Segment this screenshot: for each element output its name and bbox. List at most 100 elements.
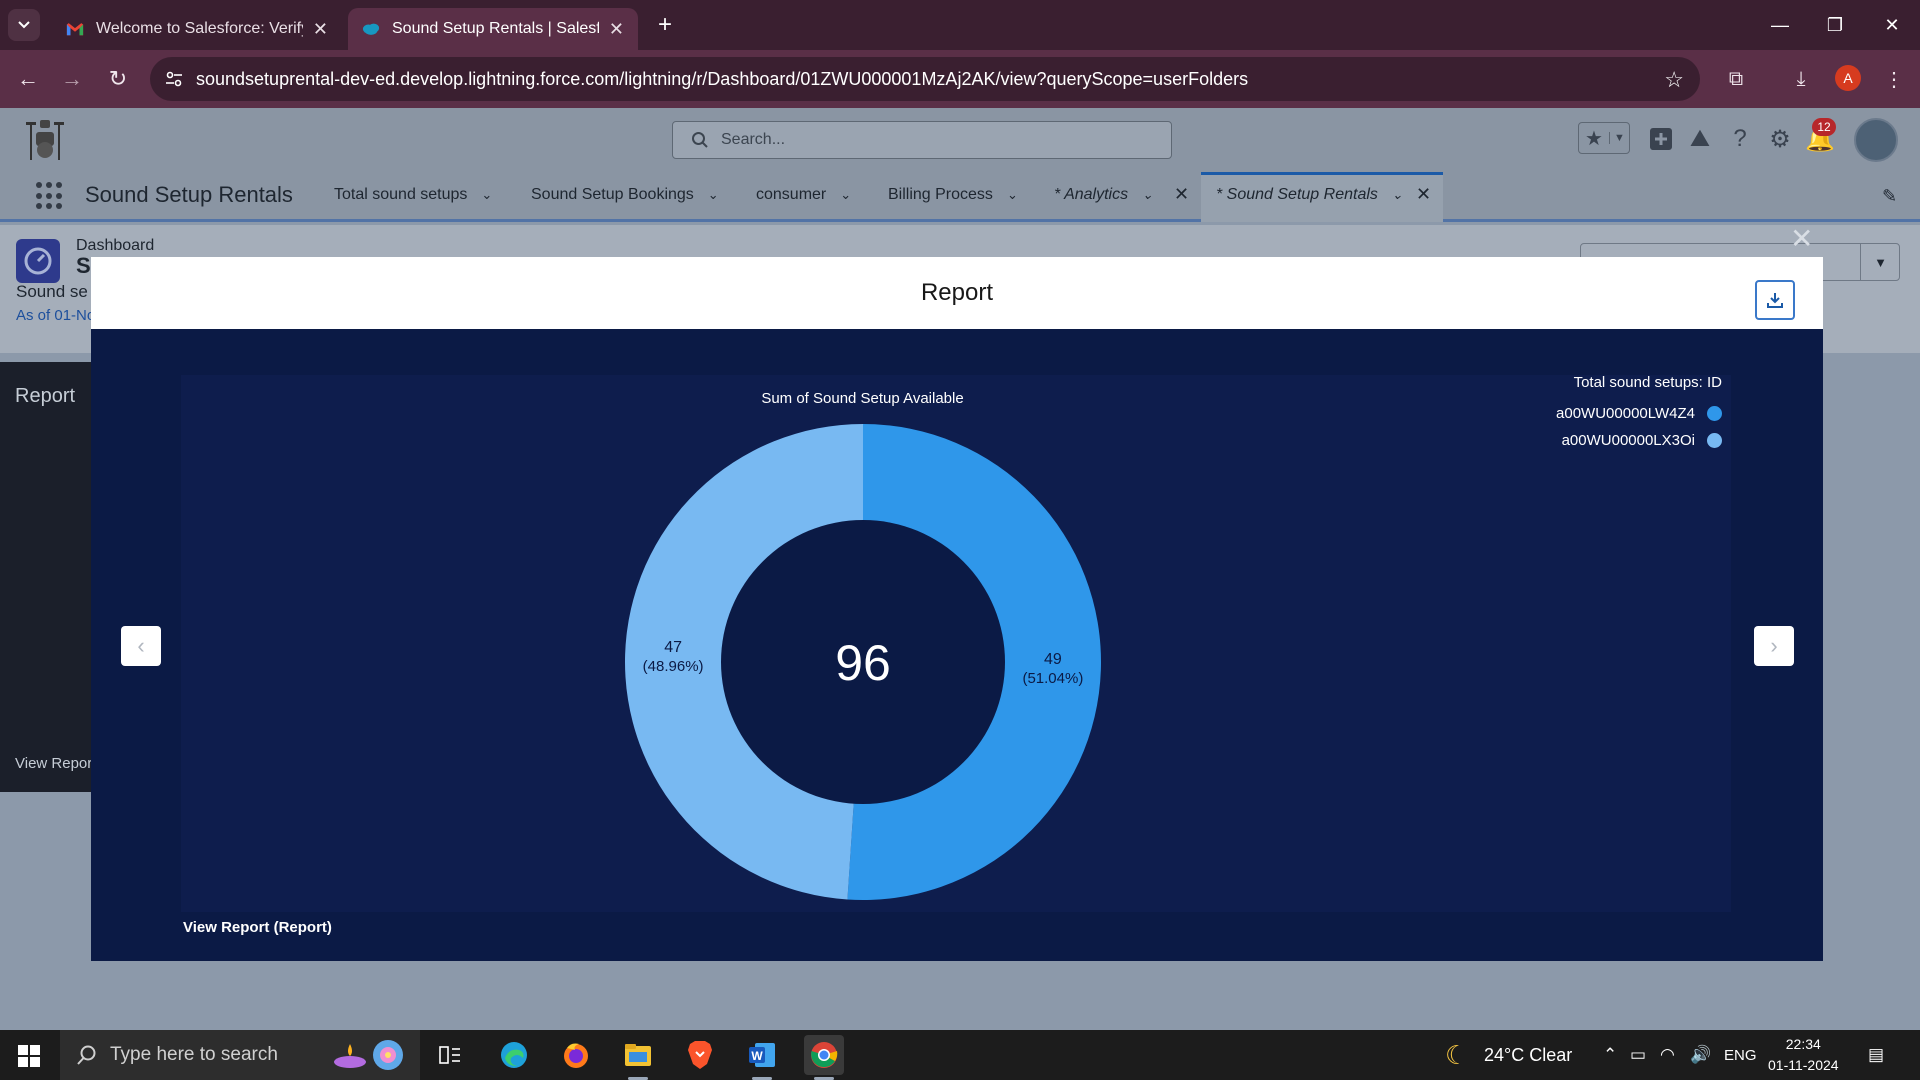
setup-gear-icon[interactable]: ⚙ bbox=[1765, 124, 1795, 154]
component-view-report-link[interactable]: View Repor bbox=[15, 755, 92, 772]
browser-tab-strip: Welcome to Salesforce: Verify y ✕ Sound … bbox=[0, 0, 1920, 50]
slice-percent-label-2: (48.96%) bbox=[643, 658, 704, 675]
donut-chart: 96 49 (51.04%) 47 (48.96%) bbox=[625, 424, 1101, 900]
system-clock[interactable]: 22:34 01-11-2024 bbox=[1768, 1034, 1839, 1076]
favorites-star-icon[interactable]: ★ bbox=[1579, 126, 1609, 151]
dashboard-component-card bbox=[0, 362, 100, 792]
close-sound-setup-rentals-tab-icon[interactable]: ✕ bbox=[1416, 184, 1431, 205]
weather-text[interactable]: 24°C Clear bbox=[1484, 1045, 1572, 1066]
show-hidden-icons-chevron-icon[interactable]: ⌃ bbox=[1603, 1045, 1617, 1065]
chevron-down-icon[interactable]: ⌄ bbox=[840, 187, 851, 202]
close-analytics-tab-icon[interactable]: ✕ bbox=[1174, 184, 1189, 205]
previous-chart-button[interactable]: ‹ bbox=[121, 626, 161, 666]
legend-label: a00WU00000LX3Oi bbox=[1561, 432, 1695, 449]
task-view-icon[interactable] bbox=[430, 1035, 470, 1075]
url-field[interactable]: soundsetuprental-dev-ed.develop.lightnin… bbox=[150, 57, 1700, 101]
nav-tab-analytics[interactable]: * Analytics ⌄ bbox=[1054, 186, 1153, 204]
view-report-link[interactable]: View Report (Report) bbox=[183, 919, 332, 936]
legend-title: Total sound setups: ID bbox=[1573, 374, 1722, 391]
next-chart-button[interactable]: › bbox=[1754, 626, 1794, 666]
help-icon[interactable]: ? bbox=[1725, 124, 1755, 154]
word-icon[interactable]: W bbox=[742, 1035, 782, 1080]
nav-item-label: Sound Setup Bookings bbox=[531, 186, 694, 203]
battery-icon[interactable]: ▭ bbox=[1630, 1045, 1646, 1065]
legend-swatch bbox=[1707, 433, 1722, 448]
nav-item-consumer[interactable]: consumer ⌄ bbox=[756, 186, 851, 204]
app-launcher-icon[interactable] bbox=[36, 182, 64, 210]
nav-item-label: Billing Process bbox=[888, 186, 993, 203]
edit-nav-pencil-icon[interactable]: ✎ bbox=[1882, 186, 1897, 207]
nav-item-billing-process[interactable]: Billing Process ⌄ bbox=[888, 186, 1018, 204]
search-placeholder: Search... bbox=[721, 131, 786, 148]
brave-browser-icon[interactable] bbox=[680, 1035, 720, 1075]
firefox-icon[interactable] bbox=[556, 1035, 596, 1075]
more-menu-icon[interactable]: ⋮ bbox=[1878, 63, 1910, 95]
close-window-button[interactable]: ✕ bbox=[1862, 0, 1920, 50]
nav-item-label: consumer bbox=[756, 186, 827, 203]
site-settings-icon[interactable] bbox=[164, 69, 184, 89]
component-card-title: Report bbox=[15, 385, 76, 407]
slice-value-label-2: 47 bbox=[664, 639, 682, 656]
global-actions-plus-icon[interactable] bbox=[1646, 124, 1676, 154]
new-tab-button[interactable]: + bbox=[650, 10, 680, 40]
restore-button[interactable]: ❐ bbox=[1805, 0, 1865, 50]
nav-item-sound-setup-bookings[interactable]: Sound Setup Bookings ⌄ bbox=[531, 186, 719, 204]
nav-item-total-sound-setups[interactable]: Total sound setups ⌄ bbox=[334, 186, 492, 204]
minimize-button[interactable]: — bbox=[1750, 0, 1810, 50]
trailhead-icon[interactable]: ⛰ bbox=[1685, 124, 1715, 154]
notification-center-icon[interactable]: ▤ bbox=[1868, 1045, 1884, 1065]
drum-kit-logo bbox=[26, 120, 64, 160]
close-modal-icon[interactable]: ✕ bbox=[1790, 222, 1813, 255]
back-button[interactable]: ← bbox=[12, 63, 44, 95]
legend-label: a00WU00000LW4Z4 bbox=[1556, 405, 1695, 422]
legend-item-1[interactable]: a00WU00000LW4Z4 bbox=[1556, 405, 1722, 422]
report-modal: Report 96 49 (51.04%) 47 (48.96%) Sum of So… bbox=[91, 257, 1823, 961]
windows-taskbar: Type here to search W ☾ 24°C Clear ⌃ ▭ ◠… bbox=[0, 1030, 1920, 1080]
nav-item-label: * Sound Setup Rentals bbox=[1216, 186, 1378, 203]
favorites-button-group[interactable]: ★ ▼ bbox=[1578, 122, 1630, 154]
app-navigation-bar: Sound Setup Rentals Total sound setups ⌄ … bbox=[0, 170, 1920, 222]
weather-moon-icon[interactable]: ☾ bbox=[1445, 1040, 1468, 1071]
chevron-down-icon[interactable]: ⌄ bbox=[1142, 187, 1153, 202]
search-highlight-diya-icon bbox=[334, 1040, 403, 1070]
input-language[interactable]: ENG bbox=[1724, 1047, 1757, 1064]
edge-browser-icon[interactable] bbox=[494, 1035, 534, 1075]
salesforce-cloud-icon bbox=[362, 23, 380, 35]
chevron-down-icon[interactable]: ⌄ bbox=[481, 187, 492, 202]
browser-tab-salesforce[interactable]: Sound Setup Rentals | Salesforc ✕ bbox=[348, 8, 638, 50]
svg-text:W: W bbox=[751, 1049, 763, 1063]
dashboard-more-actions-chevron-icon[interactable]: ▼ bbox=[1860, 243, 1900, 281]
nav-tab-sound-setup-rentals[interactable]: * Sound Setup Rentals ⌄ bbox=[1216, 186, 1403, 204]
windows-start-icon[interactable] bbox=[18, 1045, 40, 1067]
browser-tab-gmail[interactable]: Welcome to Salesforce: Verify y ✕ bbox=[52, 8, 342, 50]
close-tab-icon[interactable]: ✕ bbox=[313, 19, 328, 40]
taskbar-search-placeholder: Type here to search bbox=[110, 1044, 278, 1065]
network-icon[interactable]: ◠ bbox=[1660, 1045, 1675, 1065]
chevron-down-icon bbox=[18, 21, 30, 29]
user-avatar[interactable] bbox=[1854, 118, 1898, 162]
file-explorer-icon[interactable] bbox=[618, 1035, 658, 1080]
chrome-icon[interactable] bbox=[804, 1035, 844, 1080]
volume-icon[interactable]: 🔊 bbox=[1690, 1045, 1711, 1065]
reload-button[interactable]: ↻ bbox=[102, 63, 134, 95]
bookmark-star-icon[interactable]: ☆ bbox=[1664, 67, 1684, 93]
close-tab-icon[interactable]: ✕ bbox=[609, 19, 624, 40]
download-icon[interactable]: ⤓ bbox=[1785, 63, 1817, 95]
global-search-input[interactable]: Search... bbox=[672, 121, 1172, 159]
clock-time: 22:34 bbox=[1785, 1036, 1821, 1052]
chevron-down-icon[interactable]: ⌄ bbox=[1392, 187, 1403, 202]
slice-percent-label-1: (51.04%) bbox=[1022, 670, 1083, 687]
legend-item-2[interactable]: a00WU00000LX3Oi bbox=[1562, 432, 1722, 449]
tab-title: Welcome to Salesforce: Verify y bbox=[96, 20, 303, 37]
chevron-down-icon[interactable]: ⌄ bbox=[1007, 187, 1018, 202]
nav-item-label: Total sound setups bbox=[334, 186, 468, 203]
tab-search-button[interactable] bbox=[8, 9, 40, 41]
chevron-down-icon[interactable]: ⌄ bbox=[708, 187, 719, 202]
dashboard-as-of-timestamp[interactable]: As of 01-No bbox=[16, 307, 95, 324]
favorites-list-chevron-icon[interactable]: ▼ bbox=[1609, 132, 1629, 144]
profile-avatar[interactable]: A bbox=[1835, 65, 1861, 91]
forward-button[interactable]: → bbox=[56, 63, 88, 95]
address-bar-row: ← → ↻ soundsetuprental-dev-ed.develop.li… bbox=[0, 50, 1920, 108]
extensions-icon[interactable]: ⧉ bbox=[1720, 63, 1752, 95]
legend-swatch bbox=[1707, 406, 1722, 421]
